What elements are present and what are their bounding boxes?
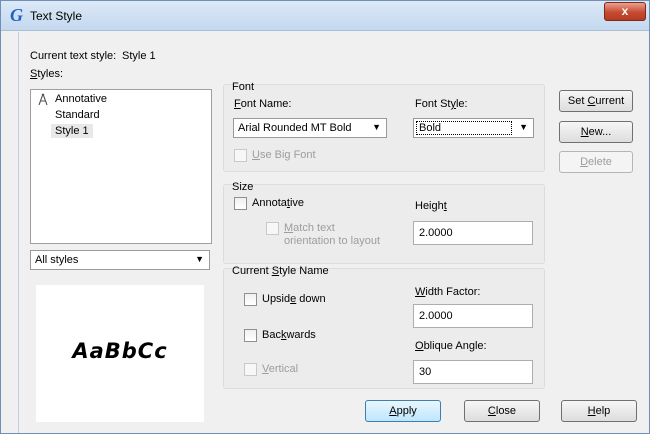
current-style-label: Current text style: (30, 50, 117, 62)
height-label: Height (415, 200, 447, 212)
chevron-down-icon: ▼ (519, 122, 528, 132)
font-group-label: Font (232, 81, 255, 93)
help-button[interactable]: Help (561, 400, 637, 422)
width-factor-label: Width Factor: (415, 286, 481, 298)
dialog-body: Current text style: Style 1 Styles: Anno… (18, 32, 649, 433)
text-style-dialog: G Text Style x Current text style: Style… (0, 0, 650, 434)
oblique-angle-input[interactable]: 30 (413, 360, 533, 384)
effects-group-label: Current Style Name (232, 265, 329, 277)
backwards-checkbox[interactable] (244, 329, 257, 342)
font-name-dropdown[interactable]: Arial Rounded MT Bold ▼ (233, 118, 387, 138)
match-orientation-label-line2: orientation to layout (284, 235, 381, 247)
window-title: Text Style (30, 9, 83, 23)
oblique-angle-label: Oblique Angle: (415, 340, 487, 352)
annotative-checkbox[interactable] (234, 197, 247, 210)
styles-filter-dropdown[interactable]: All styles ▼ (30, 250, 210, 270)
font-style-label: Font Style: (415, 98, 468, 110)
vertical-checkbox[interactable] (244, 363, 257, 376)
close-window-button[interactable]: x (604, 2, 646, 21)
app-logo-icon: G (10, 5, 23, 25)
font-name-label: Font Name: (234, 98, 292, 110)
use-big-font-label: Use Big Font (252, 149, 316, 161)
annotative-icon (38, 93, 48, 106)
height-input[interactable]: 2.0000 (413, 221, 533, 245)
styles-filter-value: All styles (35, 254, 79, 266)
chevron-down-icon: ▼ (372, 122, 381, 132)
vertical-label: Vertical (262, 363, 299, 375)
set-current-button[interactable]: Set Current (559, 90, 633, 112)
font-name-value: Arial Rounded MT Bold (238, 122, 352, 134)
styles-list[interactable]: Annotative Standard Style 1 (30, 89, 212, 244)
oblique-angle-value: 30 (419, 366, 432, 378)
title-bar: G Text Style x (1, 1, 649, 31)
height-value: 2.0000 (419, 227, 453, 239)
width-factor-value: 2.0000 (419, 310, 453, 322)
new-button[interactable]: New... (559, 121, 633, 143)
size-group-label: Size (232, 181, 254, 193)
apply-button[interactable]: Apply (365, 400, 441, 422)
delete-button[interactable]: Delete (559, 151, 633, 173)
font-style-dropdown[interactable]: Bold ▼ (413, 118, 534, 138)
upside-down-label: Upside down (262, 293, 326, 305)
list-item-standard[interactable]: Standard (51, 108, 104, 122)
close-button[interactable]: Close (464, 400, 540, 422)
match-orientation-checkbox[interactable] (266, 222, 279, 235)
preview-text: AaBbCc (72, 339, 168, 363)
styles-label: Styles: (30, 68, 64, 80)
width-factor-input[interactable]: 2.0000 (413, 304, 533, 328)
match-orientation-label-line1: Match text (284, 222, 335, 234)
list-item-style-1[interactable]: Style 1 (51, 124, 93, 138)
font-style-value: Bold (416, 121, 512, 135)
chevron-down-icon: ▼ (195, 254, 204, 264)
backwards-label: Backwards (262, 329, 316, 341)
annotative-label: Annotative (252, 197, 304, 209)
preview-pane: AaBbCc (36, 285, 204, 422)
upside-down-checkbox[interactable] (244, 293, 257, 306)
use-big-font-checkbox[interactable] (234, 149, 247, 162)
list-item-annotative[interactable]: Annotative (51, 92, 111, 106)
current-style-value: Style 1 (122, 50, 156, 62)
